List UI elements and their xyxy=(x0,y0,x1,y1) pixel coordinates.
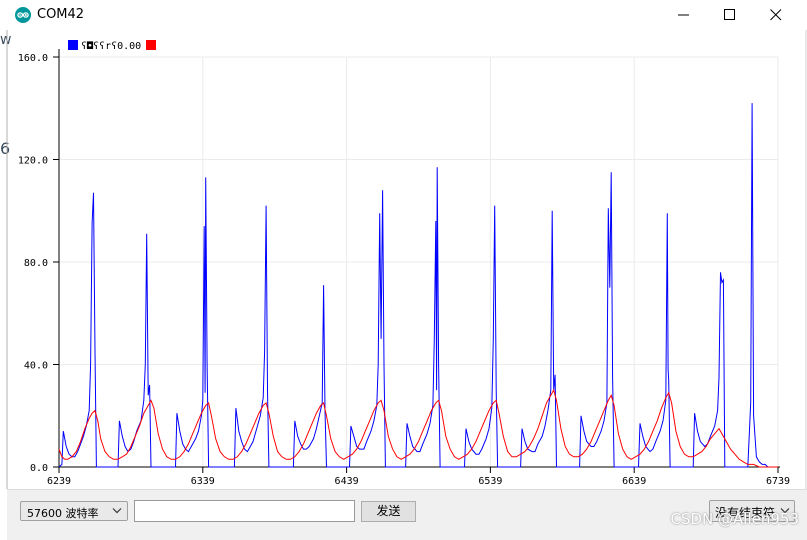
x-tick-label: 6439 xyxy=(335,476,359,487)
arduino-logo-icon xyxy=(15,7,31,23)
baud-rate-select[interactable]: 57600 波特率 xyxy=(20,501,128,521)
y-tick-label: 80.0 xyxy=(24,258,48,269)
baud-rate-value: 57600 波特率 xyxy=(27,507,99,520)
x-tick-label: 6639 xyxy=(622,476,646,487)
legend: ʕ◘ʕʕrʕ0.00 xyxy=(68,40,156,52)
send-button[interactable]: 发送 xyxy=(361,501,416,522)
x-tick-label: 6739 xyxy=(766,476,790,487)
y-tick-label: 160.0 xyxy=(18,53,48,64)
y-tick-label: 0.0 xyxy=(30,463,48,474)
legend-label-series-1: ʕ◘ʕʕrʕ0.00 xyxy=(81,41,141,52)
x-tick-label: 6339 xyxy=(191,476,215,487)
legend-swatch-series-2 xyxy=(146,40,156,50)
chevron-down-icon xyxy=(112,508,122,514)
message-input[interactable] xyxy=(134,500,355,522)
series-line-1 xyxy=(58,103,778,468)
close-icon xyxy=(770,9,782,21)
y-tick-label: 40.0 xyxy=(24,361,48,372)
minimize-icon xyxy=(678,14,689,16)
minimize-button[interactable] xyxy=(661,0,707,30)
x-tick-label: 6239 xyxy=(47,476,71,487)
grid-lines xyxy=(58,56,779,468)
title-bar: COM42 xyxy=(0,0,807,30)
legend-swatch-series-1 xyxy=(68,40,78,50)
y-tick-label: 120.0 xyxy=(18,156,48,167)
close-button[interactable] xyxy=(753,0,799,30)
watermark: CSDN @Allen953 xyxy=(670,510,800,528)
serial-plotter-chart: 6239 6339 6439 6539 6639 6739 0.0 40.0 80.0 120.0… xyxy=(6,30,807,489)
window-title: COM42 xyxy=(37,7,85,22)
maximize-icon xyxy=(724,9,735,20)
x-tick-label: 6539 xyxy=(478,476,502,487)
maximize-button[interactable] xyxy=(707,0,753,30)
series-lines xyxy=(58,103,778,468)
